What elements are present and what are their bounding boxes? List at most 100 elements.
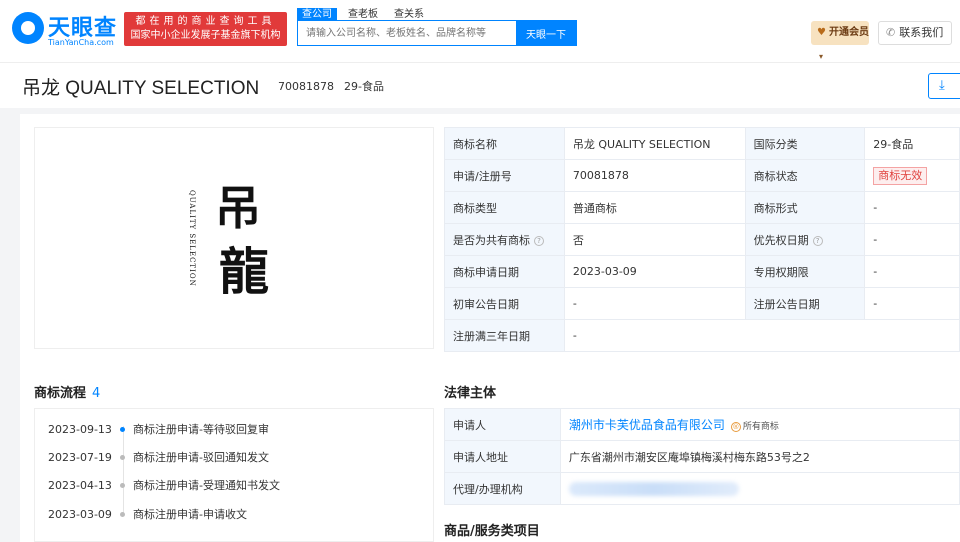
field-value: 2023-03-09: [563, 255, 746, 288]
field-value: 29-食品: [864, 127, 960, 160]
download-icon: ⤓: [939, 78, 945, 93]
title-meta: 70081878 29-食品: [278, 78, 394, 94]
contact-label: 联系我们: [899, 26, 944, 39]
owner-tag-label: 所有商标: [742, 422, 779, 432]
list-item: 2023-07-19 商标注册申请-驳回通知发文: [48, 449, 269, 465]
site-logo[interactable]: 天眼查 TianYanCha.com: [12, 10, 120, 50]
trademark-title-bar: 吊龙 QUALITY SELECTION 70081878 29-食品 ⤓: [0, 62, 960, 108]
contact-button[interactable]: ✆ 联系我们: [878, 21, 952, 45]
search-tabs: 查公司 查老板 查关系: [297, 6, 435, 22]
flow-date: 2023-04-13: [48, 479, 112, 492]
flow-text: 商标注册申请-驳回通知发文: [133, 451, 269, 464]
agent-cell: [559, 472, 960, 505]
status-badge: 商标无效: [873, 166, 928, 185]
help-icon[interactable]: ?: [534, 235, 544, 246]
field-label: 商标名称: [444, 127, 565, 160]
field-value: 否: [563, 223, 746, 256]
field-label: 优先权日期: [753, 233, 809, 247]
flow-date: 2023-07-19: [48, 451, 112, 464]
all-trademarks-link[interactable]: ® 所有商标: [730, 419, 779, 432]
slogan-line-2: 国家中小企业发展子基金旗下机构: [130, 30, 281, 41]
field-value: 吊龙 QUALITY SELECTION: [563, 127, 746, 160]
field-value: -: [864, 287, 960, 320]
field-value: 70081878: [563, 159, 746, 192]
flow-date: 2023-03-09: [48, 508, 112, 521]
field-value: 广东省潮州市潮安区庵埠镇梅溪村梅东路53号之2: [559, 440, 960, 473]
search-button[interactable]: 天眼一下: [516, 21, 576, 45]
flow-text: 商标注册申请-受理通知书发文: [133, 479, 280, 492]
artwork-glyph-bottom: 龍: [219, 242, 269, 301]
trademark-info-table: 商标名称 吊龙 QUALITY SELECTION 国际分类 29-食品 申请/…: [444, 127, 960, 352]
download-button[interactable]: ⤓: [928, 73, 960, 99]
goods-section-title: 商品/服务类项目: [444, 524, 540, 539]
field-value: -: [864, 255, 960, 288]
field-label-cell: 优先权日期?: [744, 223, 866, 256]
table-row: 是否为共有商标? 否 优先权日期? -: [444, 223, 960, 256]
field-label: 国际分类: [744, 127, 866, 160]
applicant-cell: 潮州市卡芙优品食品有限公司 ® 所有商标: [559, 408, 960, 441]
field-value: -: [563, 287, 746, 320]
flow-text: 商标注册申请-等待驳回复审: [133, 423, 269, 436]
search-box: 天眼一下: [297, 20, 577, 46]
trademark-artwork: QUALITY SELECTION 吊 龍: [183, 172, 293, 312]
field-label: 代理/办理机构: [444, 472, 561, 505]
trademark-icon: ®: [730, 421, 741, 432]
field-value: -: [563, 319, 960, 352]
field-label: 注册公告日期: [744, 287, 866, 320]
table-row: 注册满三年日期 -: [444, 319, 960, 352]
title-reg-no: 70081878: [278, 80, 334, 93]
table-row: 商标类型 普通商标 商标形式 -: [444, 191, 960, 224]
vip-label: 开通会员: [828, 27, 869, 38]
legal-section-title: 法律主体: [444, 386, 497, 401]
field-label: 商标形式: [744, 191, 866, 224]
field-label: 申请/注册号: [444, 159, 565, 192]
list-item: 2023-03-09 商标注册申请-申请收文: [48, 506, 247, 522]
table-row: 申请/注册号 70081878 商标状态 商标无效: [444, 159, 960, 192]
timeline-line: [123, 426, 124, 516]
field-label: 初审公告日期: [444, 287, 565, 320]
status-cell: 商标无效: [864, 159, 960, 192]
table-row: 申请人 潮州市卡芙优品食品有限公司 ® 所有商标: [444, 408, 960, 441]
flow-text: 商标注册申请-申请收文: [133, 508, 247, 521]
top-header: 天眼查 TianYanCha.com 都在用的商业查询工具 国家中小企业发展子基…: [0, 0, 960, 62]
field-value: 普通商标: [563, 191, 746, 224]
field-value: -: [864, 191, 960, 224]
table-row: 申请人地址 广东省潮州市潮安区庵埠镇梅溪村梅东路53号之2: [444, 440, 960, 473]
flow-section-title: 商标流程 4: [34, 382, 100, 401]
table-row: 商标申请日期 2023-03-09 专用权期限 -: [444, 255, 960, 288]
field-label: 注册满三年日期: [444, 319, 565, 352]
field-label: 商标申请日期: [444, 255, 565, 288]
field-label: 商标状态: [744, 159, 866, 192]
artwork-side-text: QUALITY SELECTION: [188, 190, 196, 287]
slogan-line-1: 都在用的商业查询工具: [135, 16, 276, 27]
table-row: 初审公告日期 - 注册公告日期 -: [444, 287, 960, 320]
timeline-dot-icon: [120, 511, 125, 517]
phone-icon: ✆: [886, 26, 896, 39]
blurred-agent-name: [568, 481, 739, 496]
title-category: 29-食品: [344, 80, 384, 93]
help-icon[interactable]: ?: [812, 235, 823, 246]
list-item: 2023-04-13 商标注册申请-受理通知书发文: [48, 477, 280, 493]
search-input[interactable]: [298, 21, 516, 45]
trademark-detail-card: QUALITY SELECTION 吊 龍 商标名称 吊龙 QUALITY SE…: [20, 114, 960, 542]
chevron-down-icon: ▾: [819, 52, 824, 61]
field-label: 专用权期限: [744, 255, 866, 288]
logo-eye-icon: [12, 12, 44, 44]
logo-subtext: TianYanCha.com: [48, 38, 114, 47]
field-label-cell: 是否为共有商标?: [444, 223, 565, 256]
page-title: 吊龙 QUALITY SELECTION: [22, 78, 260, 99]
flow-count: 4: [92, 386, 101, 401]
field-label: 申请人地址: [444, 440, 561, 473]
timeline-dot-icon: [120, 454, 125, 460]
table-row: 商标名称 吊龙 QUALITY SELECTION 国际分类 29-食品: [444, 127, 960, 160]
field-label: 是否为共有商标: [453, 233, 530, 247]
vip-button[interactable]: ♥ 开通会员 ▾: [811, 21, 869, 61]
field-value: -: [864, 223, 960, 256]
trademark-image[interactable]: QUALITY SELECTION 吊 龍: [34, 127, 434, 349]
crown-icon: ♥: [817, 27, 826, 38]
legal-entity-table: 申请人 潮州市卡芙优品食品有限公司 ® 所有商标 申请人地址 广东省潮州市潮安区庵埠…: [444, 408, 960, 505]
field-label: 商标类型: [444, 191, 565, 224]
applicant-link[interactable]: 潮州市卡芙优品食品有限公司: [569, 418, 725, 432]
timeline-dot-icon: [120, 482, 125, 488]
trademark-flow-timeline: 2023-09-13 商标注册申请-等待驳回复审 2023-07-19 商标注册申请…: [34, 408, 434, 542]
